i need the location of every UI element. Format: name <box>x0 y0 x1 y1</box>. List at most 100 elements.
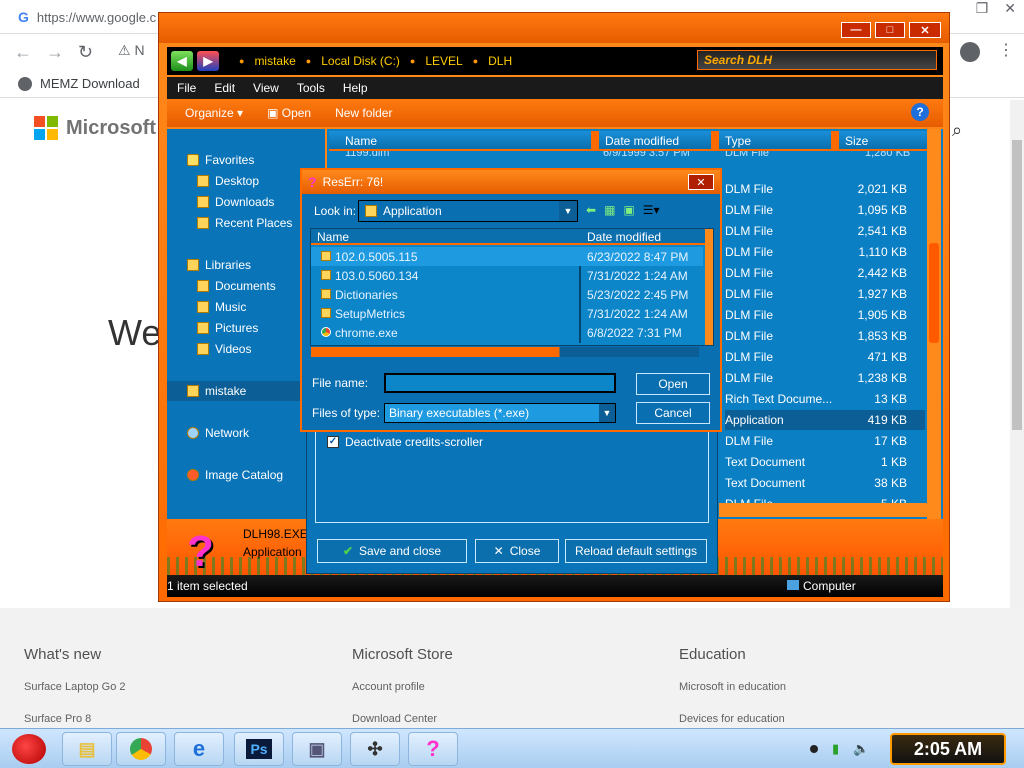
taskbar-app-explorer[interactable]: ▤ <box>62 732 112 766</box>
menu-item-tools[interactable]: Tools <box>297 81 325 95</box>
sidebar-item-pictures[interactable]: Pictures <box>197 321 258 335</box>
menu-icon[interactable]: ⋮ <box>998 40 1014 60</box>
network-tray-icon[interactable]: ▮ <box>832 741 839 757</box>
breadcrumb-item[interactable]: mistake <box>254 54 295 68</box>
chevron-down-icon[interactable]: ▼ <box>559 201 577 221</box>
breadcrumb-item[interactable]: DLH <box>488 54 512 68</box>
checkbox-checked-icon[interactable]: ✓ <box>327 436 339 448</box>
clock[interactable]: 2:05 AM <box>890 733 1006 765</box>
column-header-type[interactable]: Type <box>725 134 751 148</box>
close-icon[interactable]: ✕ <box>1004 0 1016 17</box>
explorer-titlebar[interactable]: — □ ✕ <box>159 13 949 43</box>
table-row[interactable]: DLM File 1,853 KB <box>725 326 925 346</box>
column-header-date[interactable]: Date modified <box>587 230 661 244</box>
breadcrumb-item[interactable]: Local Disk (C:) <box>321 54 400 68</box>
save-and-close-button[interactable]: ✔ Save and close <box>317 539 467 563</box>
dialog-titlebar[interactable]: ? ResErr: 76! ✕ <box>302 170 720 194</box>
footer-link[interactable]: Account profile <box>352 681 453 693</box>
column-divider[interactable] <box>591 131 599 151</box>
taskbar-app-media[interactable]: ▣ <box>292 732 342 766</box>
minimize-button[interactable]: — <box>841 22 871 38</box>
table-row[interactable]: Rich Text Docume... 13 KB <box>725 389 925 409</box>
forward-button[interactable]: ▶ <box>197 51 219 71</box>
sidebar-item-favorites[interactable]: Favorites <box>187 153 254 167</box>
breadcrumb-item[interactable]: LEVEL <box>425 54 462 68</box>
chevron-down-icon[interactable]: ▼ <box>599 404 615 422</box>
table-row[interactable]: DLM File 2,541 KB <box>725 221 925 241</box>
back-button[interactable]: ◀ <box>171 51 193 71</box>
table-row[interactable]: DLM File 471 KB <box>725 347 925 367</box>
table-row[interactable]: Text Document 38 KB <box>725 473 925 493</box>
table-row[interactable]: DLM File 1,110 KB <box>725 242 925 262</box>
sidebar-item-recent-places[interactable]: Recent Places <box>197 216 292 230</box>
dialog-list-hscrollbar[interactable] <box>311 347 699 357</box>
menu-item-view[interactable]: View <box>253 81 279 95</box>
close-settings-button[interactable]: ✕ Close <box>475 539 559 563</box>
help-icon[interactable]: ? <box>911 103 929 121</box>
open-button[interactable]: ▣ Open <box>267 106 311 120</box>
column-divider[interactable] <box>831 131 839 151</box>
table-row[interactable]: DLM File 2,021 KB <box>725 179 925 199</box>
profile-icon[interactable] <box>960 42 980 62</box>
start-button[interactable] <box>4 729 54 768</box>
taskbar-app-tools[interactable]: ✣ <box>350 732 400 766</box>
restore-icon[interactable]: ❐ <box>976 0 989 17</box>
menu-item-help[interactable]: Help <box>343 81 368 95</box>
close-button[interactable]: ✕ <box>909 22 941 38</box>
footer-link[interactable]: Surface Laptop Go 2 <box>24 681 126 693</box>
microsoft-logo[interactable]: Microsoft <box>34 116 156 140</box>
organize-button[interactable]: Organize ▾ <box>185 106 243 120</box>
sidebar-item-documents[interactable]: Documents <box>197 279 276 293</box>
footer-link[interactable]: Microsoft in education <box>679 681 786 693</box>
footer-link[interactable]: Devices for education <box>679 713 786 725</box>
list-item[interactable]: 102.0.5005.115 6/23/2022 8:47 PM <box>311 247 703 266</box>
column-header-date[interactable]: Date modified <box>605 134 679 148</box>
sidebar-item-network[interactable]: Network <box>187 426 249 440</box>
file-list-scrollbar-thumb[interactable] <box>929 243 939 343</box>
dialog-list-scrollbar[interactable] <box>705 229 713 345</box>
reload-defaults-button[interactable]: Reload default settings <box>565 539 707 563</box>
footer-link[interactable]: Surface Pro 8 <box>24 713 126 725</box>
bookmark-memz[interactable]: MEMZ Download <box>18 76 140 91</box>
sidebar-item-libraries[interactable]: Libraries <box>187 258 251 272</box>
open-button[interactable]: Open <box>636 373 710 395</box>
volume-icon[interactable]: 🔈 <box>853 741 869 757</box>
table-row[interactable]: DLM File 1,095 KB <box>725 200 925 220</box>
browser-tab[interactable]: G https://www.google.c <box>10 4 170 30</box>
table-row[interactable]: DLM File 1,905 KB <box>725 305 925 325</box>
table-row[interactable]: Text Document 1 KB <box>725 452 925 472</box>
sidebar-item-image-catalog[interactable]: Image Catalog <box>187 468 283 482</box>
dialog-close-button[interactable]: ✕ <box>688 174 714 190</box>
table-row[interactable]: DLM File 1,238 KB <box>725 368 925 388</box>
taskbar-app-question[interactable]: ? <box>408 732 458 766</box>
menu-item-edit[interactable]: Edit <box>214 81 235 95</box>
address-warning[interactable]: ⚠ N <box>118 42 145 59</box>
sidebar-item-desktop[interactable]: Desktop <box>197 174 259 188</box>
column-header-size[interactable]: Size <box>845 134 868 148</box>
record-icon[interactable] <box>810 745 818 753</box>
list-item[interactable]: 103.0.5060.134 7/31/2022 1:24 AM <box>311 266 703 285</box>
desktop-icon[interactable]: ▦ <box>604 203 615 217</box>
sidebar-item-music[interactable]: Music <box>197 300 246 314</box>
maximize-button[interactable]: □ <box>875 22 905 38</box>
new-folder-button[interactable]: New folder <box>335 106 392 120</box>
sidebar-item-videos[interactable]: Videos <box>197 342 251 356</box>
file-list-hscrollbar[interactable] <box>719 503 929 517</box>
search-input[interactable]: Search DLH <box>697 50 937 70</box>
page-scrollbar-thumb[interactable] <box>1012 140 1022 430</box>
taskbar-app-chrome[interactable] <box>116 732 166 766</box>
up-folder-icon[interactable]: ⬅ <box>586 203 596 217</box>
new-folder-icon[interactable]: ▣ <box>623 203 634 217</box>
look-in-select[interactable]: Application ▼ <box>358 200 578 222</box>
forward-icon[interactable]: → <box>46 42 64 63</box>
view-menu-icon[interactable]: ☰▾ <box>643 203 660 217</box>
column-divider[interactable] <box>711 131 719 151</box>
table-row[interactable]: Application 419 KB <box>725 410 925 430</box>
table-row[interactable]: 1199.dlm 6/9/1999 3:57 PM DLM File 1,280… <box>345 151 935 163</box>
reload-icon[interactable]: ↻ <box>78 42 93 63</box>
column-header-name[interactable]: Name <box>317 230 349 244</box>
menu-item-file[interactable]: File <box>177 81 196 95</box>
list-item[interactable]: Dictionaries 5/23/2022 2:45 PM <box>311 285 703 304</box>
search-icon[interactable]: ⌕ <box>952 120 962 141</box>
taskbar-app-photoshop[interactable]: Ps <box>234 732 284 766</box>
